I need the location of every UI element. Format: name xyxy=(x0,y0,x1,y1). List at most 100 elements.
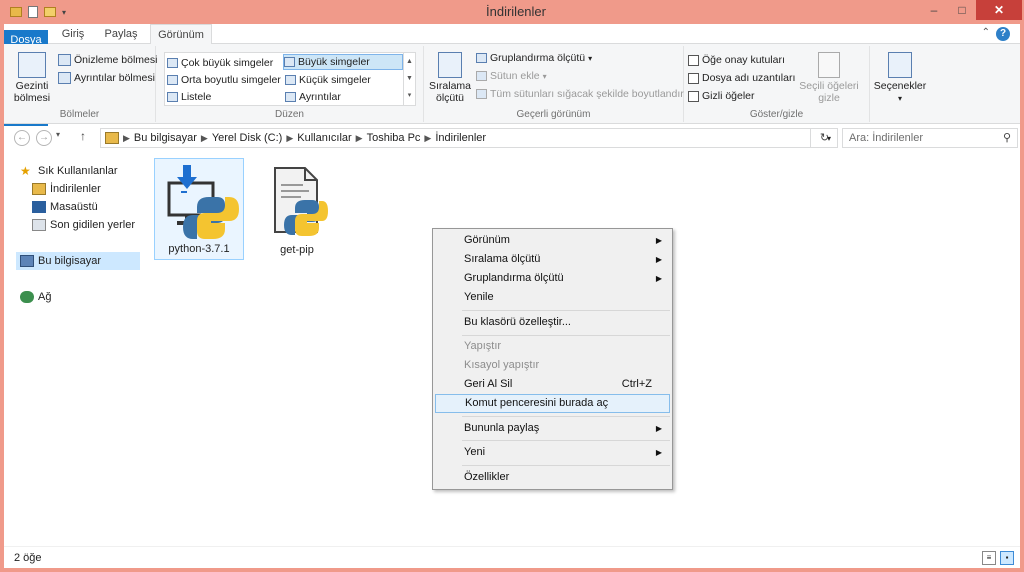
help-icon[interactable]: ? xyxy=(996,27,1010,41)
nav-network[interactable]: Ağ xyxy=(20,288,51,306)
chevron-right-icon: ▶ xyxy=(655,236,662,245)
nav-pane-button[interactable]: Gezinti bölmesi xyxy=(8,52,56,104)
group-by-label: Gruplandırma ölçütü xyxy=(490,52,586,64)
layout-gallery: Çok büyük simgeler Büyük simgeler Orta b… xyxy=(164,52,416,106)
navigation-pane: ★ Sık Kullanılanlar İndirilenler Masaüstü… xyxy=(4,152,140,546)
nav-favorites[interactable]: ★ Sık Kullanılanlar xyxy=(20,162,118,180)
layout-extra-large[interactable]: Çok büyük simgeler xyxy=(167,55,273,71)
menu-item-new[interactable]: Yeni ▶ xyxy=(435,443,670,462)
list-icon xyxy=(167,92,178,102)
details-view-icon[interactable]: ≡ xyxy=(982,551,996,565)
nav-desktop[interactable]: Masaüstü xyxy=(32,198,98,216)
gallery-scroll[interactable]: ▲ ▼ ▾ xyxy=(403,53,415,105)
chevron-right-icon: ▶ xyxy=(655,255,662,264)
menu-item-group[interactable]: Gruplandırma ölçütü ▶ xyxy=(435,269,670,288)
downloads-folder-icon xyxy=(32,183,46,195)
chevron-right-icon: ▶ xyxy=(286,132,294,143)
crumb[interactable]: Kullanıcılar xyxy=(297,132,351,144)
file-item[interactable]: get-pip xyxy=(252,158,342,260)
menu-label: Yapıştır xyxy=(464,340,502,352)
add-column-button[interactable]: Sütun ekle ▾ xyxy=(476,68,547,84)
crumb[interactable]: Bu bilgisayar xyxy=(134,132,197,144)
layout-details[interactable]: Ayrıntılar xyxy=(285,89,341,105)
chevron-up-icon[interactable]: ⌃ xyxy=(982,27,990,38)
preview-pane-label: Önizleme bölmesi xyxy=(74,54,158,66)
menu-item-undo[interactable]: Geri Al Sil Ctrl+Z xyxy=(435,375,670,394)
breadcrumb[interactable]: ▶ Bu bilgisayar ▶ Yerel Disk (C:) ▶ Kull… xyxy=(100,128,838,148)
fit-columns-icon xyxy=(476,89,487,99)
options-button[interactable]: Seçenekler ▾ xyxy=(872,52,928,105)
group-label: Geçerli görünüm xyxy=(516,109,591,120)
menu-separator xyxy=(462,310,670,311)
minimize-button[interactable]: – xyxy=(920,0,948,20)
tab-share[interactable]: Paylaş xyxy=(100,24,142,44)
file-name: get-pip xyxy=(280,244,314,256)
menu-item-properties[interactable]: Özellikler xyxy=(435,468,670,487)
nav-pane-label: Gezinti bölmesi xyxy=(13,80,51,104)
tab-view[interactable]: Görünüm xyxy=(150,24,212,45)
search-icon[interactable]: ⚲ xyxy=(1003,129,1011,147)
menu-item-open-cmd[interactable]: Komut penceresini burada aç xyxy=(435,394,670,413)
layout-list[interactable]: Listele xyxy=(167,89,211,105)
chevron-right-icon: ▶ xyxy=(123,132,130,143)
group-options: Seçenekler ▾ xyxy=(870,46,930,122)
title-bar[interactable]: ▾ İndirilenler – □ ✕ xyxy=(4,0,1024,24)
menu-item-view[interactable]: Görünüm ▶ xyxy=(435,231,670,250)
menu-label: Gruplandırma ölçütü xyxy=(464,272,564,284)
crumb[interactable]: İndirilenler xyxy=(435,132,486,144)
group-by-button[interactable]: Gruplandırma ölçütü ▾ xyxy=(476,50,592,66)
up-arrow-icon[interactable]: ↑ xyxy=(80,129,86,143)
hide-selected-icon xyxy=(818,52,840,78)
layout-medium[interactable]: Orta boyutlu simgeler xyxy=(167,72,281,88)
hide-selected-button[interactable]: Seçili öğeleri gizle xyxy=(796,52,862,104)
maximize-button[interactable]: □ xyxy=(948,0,976,20)
menu-separator xyxy=(462,465,670,466)
nav-downloads[interactable]: İndirilenler xyxy=(32,180,101,198)
layout-small[interactable]: Küçük simgeler xyxy=(285,72,371,88)
fit-columns-button[interactable]: Tüm sütunları sığacak şekilde boyutlandı… xyxy=(476,86,684,102)
menu-item-refresh[interactable]: Yenile xyxy=(435,288,670,307)
network-icon xyxy=(20,291,34,303)
menu-label: Yeni xyxy=(464,446,486,458)
preview-pane-button[interactable]: Önizleme bölmesi xyxy=(58,52,157,68)
item-checkboxes-toggle[interactable]: Öğe onay kutuları xyxy=(688,52,785,68)
chevron-right-icon: ▶ xyxy=(424,132,432,143)
menu-label: Özellikler xyxy=(464,471,510,483)
file-item[interactable]: python-3.7.1 xyxy=(154,158,244,260)
forward-button[interactable]: → xyxy=(36,130,52,146)
nav-this-pc[interactable]: Bu bilgisayar xyxy=(16,252,140,270)
back-button[interactable]: ← xyxy=(14,130,30,146)
large-icons-view-icon[interactable]: ▪ xyxy=(1000,551,1014,565)
nav-recent[interactable]: Son gidilen yerler xyxy=(32,216,135,234)
refresh-icon[interactable]: ↻ xyxy=(810,128,838,148)
sort-by-button[interactable]: Sıralama ölçütü xyxy=(428,52,472,104)
status-bar: 2 öğe ≡ ▪ xyxy=(4,546,1020,568)
chevron-right-icon: ▶ xyxy=(655,424,662,433)
group-by-icon xyxy=(476,53,487,63)
hidden-items-toggle[interactable]: Gizli öğeler xyxy=(688,88,755,104)
crumb[interactable]: Toshiba Pc xyxy=(367,132,421,144)
tab-home[interactable]: Giriş xyxy=(56,24,90,44)
menu-label: Görünüm xyxy=(464,234,510,246)
add-column-label: Sütun ekle xyxy=(490,70,540,82)
preview-pane-icon xyxy=(58,54,71,66)
file-extensions-toggle[interactable]: Dosya adı uzantıları xyxy=(688,70,795,86)
menu-shortcut: Ctrl+Z xyxy=(621,378,652,390)
menu-item-customize[interactable]: Bu klasörü özelleştir... xyxy=(435,313,670,332)
group-show-hide: Öğe onay kutuları Dosya adı uzantıları G… xyxy=(684,46,870,122)
small-icons-icon xyxy=(285,75,296,85)
search-input[interactable]: Ara: İndirilenler ⚲ xyxy=(842,128,1018,148)
close-button[interactable]: ✕ xyxy=(976,0,1022,20)
sort-label: Sıralama ölçütü xyxy=(428,80,471,104)
menu-item-sort[interactable]: Sıralama ölçütü ▶ xyxy=(435,250,670,269)
menu-item-share[interactable]: Bununla paylaş ▶ xyxy=(435,419,670,438)
add-column-icon xyxy=(476,71,487,81)
crumb[interactable]: Yerel Disk (C:) xyxy=(212,132,283,144)
recent-locations-icon[interactable]: ▾ xyxy=(56,130,60,139)
chevron-down-icon: ▾ xyxy=(588,53,593,63)
layout-large[interactable]: Büyük simgeler xyxy=(283,54,403,70)
details-pane-button[interactable]: Ayrıntılar bölmesi xyxy=(58,70,155,86)
hide-selected-label: Seçili öğeleri gizle xyxy=(799,80,859,104)
checkbox-label: Gizli öğeler xyxy=(702,90,755,102)
recent-places-icon xyxy=(32,219,46,231)
